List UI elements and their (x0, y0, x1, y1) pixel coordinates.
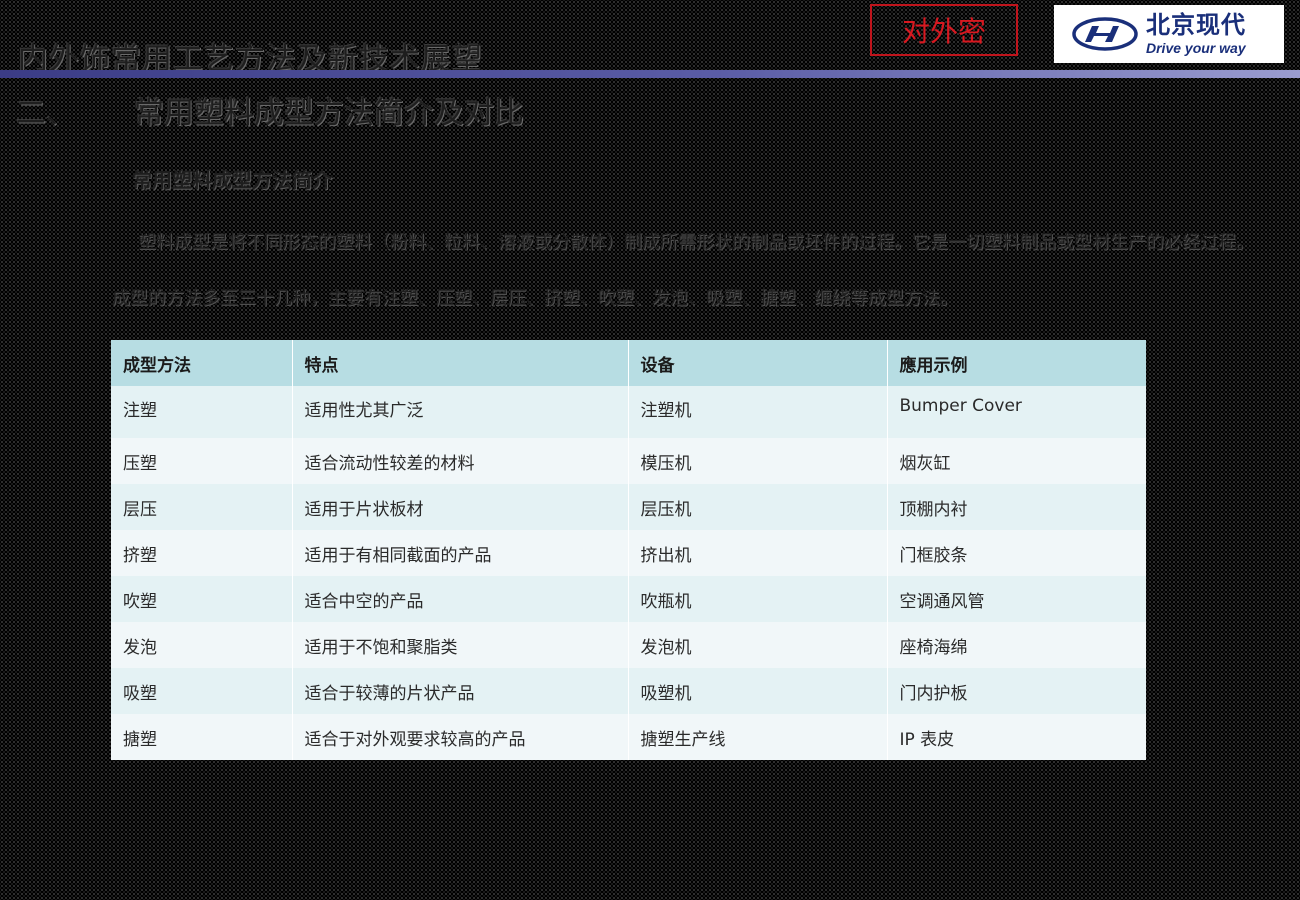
logo-text: 北京现代 Drive your way (1146, 13, 1246, 55)
cell-method: 层压 (111, 484, 293, 530)
company-logo: 北京现代 Drive your way (1054, 5, 1284, 63)
cell-equipment: 注塑机 (628, 386, 888, 438)
cell-example: 顶棚内衬 (899, 499, 968, 520)
cell-feature: 适用于不饱和聚脂类 (292, 622, 629, 668)
cell-example: 烟灰缸 (899, 453, 951, 474)
cell-feature: 适合于对外观要求较高的产品 (292, 714, 629, 760)
cell-feature: 适合流动性较差的材料 (292, 438, 629, 484)
cell-example: IP 表皮 (899, 729, 955, 750)
cell-feature: 适用于片状板材 (292, 484, 629, 530)
intro-paragraph-line-1: 塑料成型是将不同形态的塑料（粉料、粒料、溶液或分散体）制成所需形状的制品或坯件的… (138, 232, 1254, 253)
cell-method: 挤塑 (111, 530, 293, 576)
table-row: 吹塑 适合中空的产品 吹瓶机 空调通风管 (111, 576, 1146, 622)
hyundai-logo-icon (1072, 17, 1138, 51)
bullet-heading: 常用塑料成型方法简介 (132, 168, 332, 192)
logo-slogan: Drive your way (1146, 40, 1246, 56)
cell-feature: 适合于较薄的片状产品 (292, 668, 629, 714)
table-row: 挤塑 适用于有相同截面的产品 挤出机 门框胶条 (111, 530, 1146, 576)
cell-feature: 适合中空的产品 (292, 576, 629, 622)
cell-feature: 适用性尤其广泛 (292, 386, 629, 438)
intro-paragraph-line-2: 成型的方法多至三十几种，主要有注塑、压塑、层压、挤塑、吹塑、发泡、吸塑、搪塑、缠… (112, 288, 958, 309)
cell-feature: 适用于有相同截面的产品 (292, 530, 629, 576)
cell-method: 注塑 (111, 386, 293, 438)
cell-equipment: 搪塑生产线 (628, 714, 888, 760)
cell-method: 吸塑 (111, 668, 293, 714)
cell-example: 门框胶条 (899, 545, 968, 566)
title-divider-bar (0, 70, 1300, 78)
section-title: 常用塑料成型方法简介及对比 (134, 96, 524, 131)
table-row: 吸塑 适合于较薄的片状产品 吸塑机 门内护板 (111, 668, 1146, 714)
cell-example: 门内护板 (899, 683, 968, 704)
cell-method: 吹塑 (111, 576, 293, 622)
cell-example: Bumper Cover (899, 396, 1022, 416)
table-row: 注塑 适用性尤其广泛 注塑机 Bumper Cover (111, 386, 1146, 438)
cell-method: 发泡 (111, 622, 293, 668)
cell-method: 搪塑 (111, 714, 293, 760)
cell-example: 空调通风管 (899, 591, 985, 612)
cell-example: 座椅海绵 (899, 637, 968, 658)
cell-equipment: 模压机 (628, 438, 888, 484)
table-header-row: 成型方法 特点 设备 應用示例 (111, 340, 1146, 386)
cell-equipment: 发泡机 (628, 622, 888, 668)
table-row: 发泡 适用于不饱和聚脂类 发泡机 座椅海绵 (111, 622, 1146, 668)
confidential-stamp: 对外密 (870, 4, 1018, 56)
cell-method: 压塑 (111, 438, 293, 484)
table-row: 压塑 适合流动性较差的材料 模压机 烟灰缸 (111, 438, 1146, 484)
cell-equipment: 吹瓶机 (628, 576, 888, 622)
molding-methods-table: 成型方法 特点 设备 應用示例 注塑 适用性尤其广泛 注塑机 Bumper Co… (111, 340, 1146, 760)
cell-equipment: 层压机 (628, 484, 888, 530)
column-header-method: 成型方法 (111, 340, 293, 386)
column-header-equipment: 设备 (628, 340, 888, 386)
section-heading: 二、 常用塑料成型方法简介及对比 (16, 88, 524, 132)
column-header-feature: 特点 (292, 340, 629, 386)
cell-equipment: 吸塑机 (628, 668, 888, 714)
table-row: 搪塑 适合于对外观要求较高的产品 搪塑生产线 IP 表皮 (111, 714, 1146, 760)
section-number: 二、 (16, 96, 76, 131)
table-row: 层压 适用于片状板材 层压机 顶棚内衬 (111, 484, 1146, 530)
logo-name: 北京现代 (1146, 11, 1246, 39)
cell-equipment: 挤出机 (628, 530, 888, 576)
column-header-example: 應用示例 (899, 355, 968, 376)
